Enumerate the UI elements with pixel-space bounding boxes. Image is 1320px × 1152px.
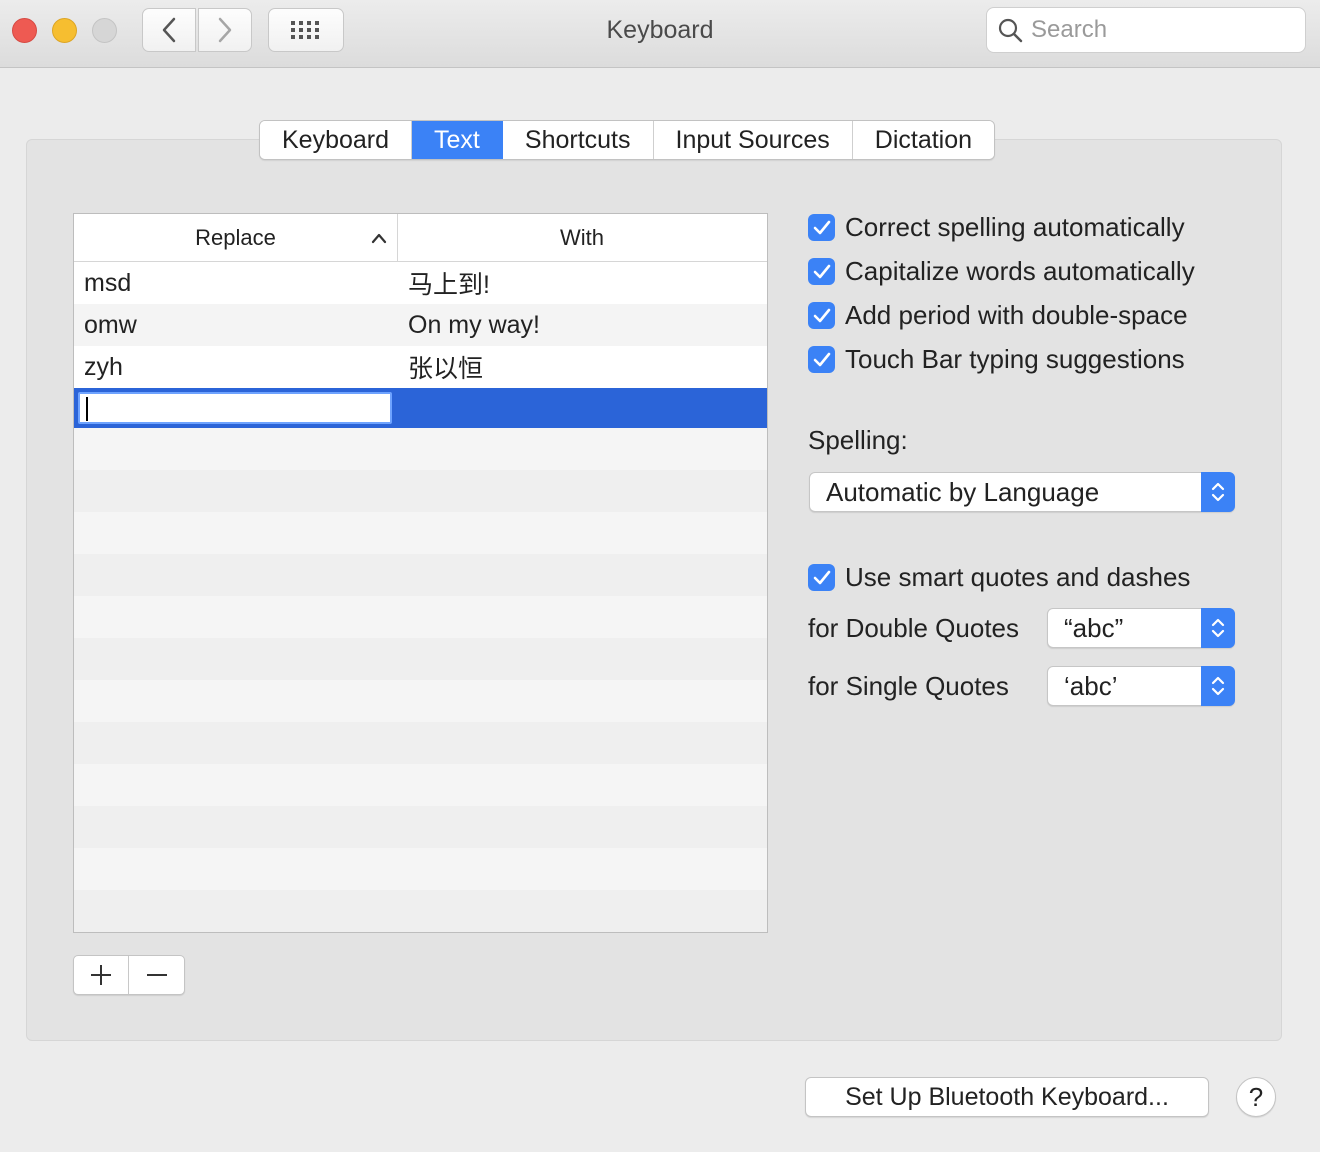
empty-row: [74, 470, 767, 512]
column-header-replace[interactable]: Replace: [74, 214, 398, 261]
tab-shortcuts[interactable]: Shortcuts: [502, 121, 654, 159]
with-cell: 张以恒: [408, 355, 484, 383]
double-quotes-label: for Double Quotes: [808, 613, 1020, 643]
column-header-replace-label: Replace: [195, 225, 276, 250]
smart-quotes-label: Use smart quotes and dashes: [845, 562, 1191, 592]
tab-bar: Keyboard Text Shortcuts Input Sources Di…: [259, 120, 996, 160]
single-quotes-label: for Single Quotes: [808, 671, 1009, 701]
spelling-popup[interactable]: Automatic by Language: [809, 472, 1235, 512]
setup-bluetooth-keyboard-button[interactable]: Set Up Bluetooth Keyboard...: [805, 1077, 1209, 1117]
replace-edit-field[interactable]: [78, 392, 392, 424]
text-replacement-table[interactable]: Replace With msd 马上到! omw On my way! zyh…: [73, 213, 768, 933]
empty-row: [74, 722, 767, 764]
smart-quotes-checkbox[interactable]: [808, 564, 835, 591]
table-header: Replace With: [74, 214, 767, 262]
empty-row: [74, 428, 767, 470]
spelling-value: Automatic by Language: [826, 476, 1100, 507]
correct-spelling-checkbox[interactable]: [808, 214, 835, 241]
with-cell: 马上到!: [408, 271, 490, 299]
popup-arrows-icon: [1201, 666, 1235, 706]
replace-input[interactable]: [80, 395, 390, 423]
capitalize-words-option[interactable]: Capitalize words automatically: [808, 256, 1195, 287]
text-caret: [86, 397, 88, 421]
empty-row: [74, 512, 767, 554]
search-icon: [998, 18, 1023, 43]
checkmark-icon: [813, 220, 830, 234]
sort-ascending-icon: [371, 233, 387, 244]
touch-bar-option[interactable]: Touch Bar typing suggestions: [808, 344, 1185, 375]
table-row[interactable]: zyh 张以恒: [74, 346, 767, 388]
help-button[interactable]: ?: [1236, 1077, 1276, 1117]
touch-bar-checkbox[interactable]: [808, 346, 835, 373]
empty-row: [74, 638, 767, 680]
column-header-with-label: With: [560, 225, 604, 250]
capitalize-words-checkbox[interactable]: [808, 258, 835, 285]
single-quotes-value: ‘abc’: [1064, 670, 1118, 701]
correct-spelling-label: Correct spelling automatically: [845, 212, 1185, 242]
table-row[interactable]: omw On my way!: [74, 304, 767, 346]
tab-keyboard[interactable]: Keyboard: [260, 121, 413, 159]
add-period-option[interactable]: Add period with double-space: [808, 300, 1188, 331]
remove-button[interactable]: [129, 956, 184, 994]
empty-row: [74, 848, 767, 890]
plus-icon: [91, 965, 111, 985]
empty-row: [74, 764, 767, 806]
add-button[interactable]: [74, 956, 129, 994]
empty-row: [74, 680, 767, 722]
search-input[interactable]: [1031, 16, 1291, 44]
touch-bar-label: Touch Bar typing suggestions: [845, 344, 1185, 374]
checkmark-icon: [813, 570, 830, 584]
single-quotes-popup[interactable]: ‘abc’: [1047, 666, 1235, 706]
correct-spelling-option[interactable]: Correct spelling automatically: [808, 212, 1185, 243]
add-period-label: Add period with double-space: [845, 300, 1188, 330]
column-header-with[interactable]: With: [398, 214, 766, 261]
popup-arrows-icon: [1201, 472, 1235, 512]
empty-row: [74, 596, 767, 638]
spelling-label: Spelling:: [808, 425, 908, 455]
popup-arrows-icon: [1201, 608, 1235, 648]
replace-cell: zyh: [84, 352, 123, 381]
add-remove-control: [73, 955, 185, 995]
replace-cell: msd: [84, 268, 132, 297]
empty-row: [74, 554, 767, 596]
capitalize-words-label: Capitalize words automatically: [845, 256, 1195, 286]
smart-quotes-option[interactable]: Use smart quotes and dashes: [808, 562, 1190, 593]
tab-dictation[interactable]: Dictation: [852, 121, 995, 159]
minus-icon: [146, 974, 167, 976]
search-field[interactable]: [986, 7, 1306, 53]
with-cell: On my way!: [408, 310, 540, 339]
replace-cell: omw: [84, 310, 137, 339]
table-body: msd 马上到! omw On my way! zyh 张以恒: [74, 262, 767, 932]
double-quotes-popup[interactable]: “abc”: [1047, 608, 1235, 648]
checkmark-icon: [813, 352, 830, 366]
empty-row: [74, 890, 767, 932]
double-quotes-value: “abc”: [1064, 612, 1124, 643]
add-period-checkbox[interactable]: [808, 302, 835, 329]
title-bar: Keyboard: [0, 0, 1320, 68]
empty-row: [74, 806, 767, 848]
table-row-selected[interactable]: [74, 388, 767, 428]
tab-input-sources[interactable]: Input Sources: [653, 121, 853, 159]
checkmark-icon: [813, 264, 830, 278]
table-row[interactable]: msd 马上到!: [74, 262, 767, 304]
tab-text[interactable]: Text: [412, 121, 503, 159]
checkmark-icon: [813, 308, 830, 322]
